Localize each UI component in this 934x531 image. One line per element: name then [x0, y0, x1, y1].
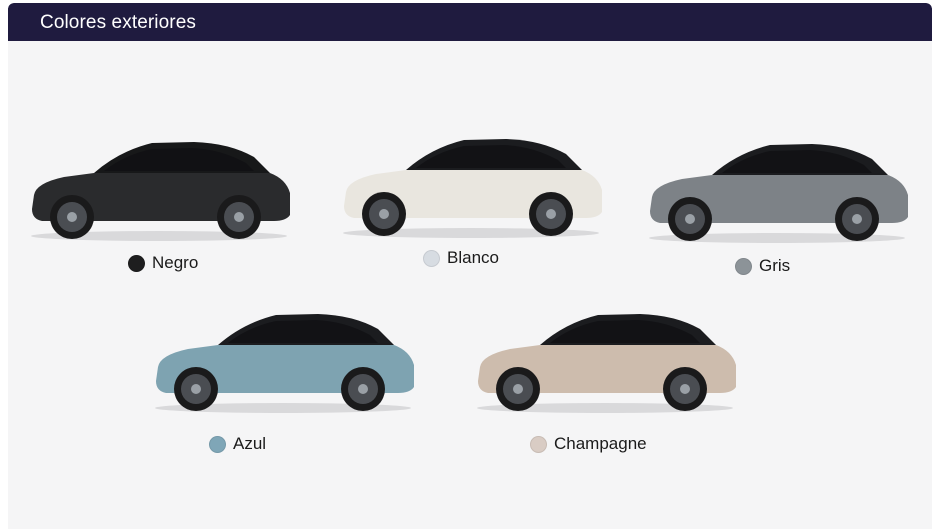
car-image-gris[interactable] — [642, 135, 912, 245]
car-image-negro[interactable] — [24, 133, 294, 243]
color-label: Champagne — [554, 434, 647, 453]
color-option-champagne[interactable]: Champagne — [530, 434, 647, 454]
color-swatch-azul — [209, 435, 226, 453]
page-title: Colores exteriores — [40, 12, 196, 33]
color-label: Blanco — [447, 248, 499, 267]
color-option-negro[interactable]: Negro — [128, 253, 198, 273]
color-swatch-gris — [735, 257, 752, 275]
color-label: Negro — [152, 253, 199, 272]
color-swatch-blanco — [423, 249, 440, 267]
car-icon — [477, 314, 736, 413]
color-swatch-negro — [128, 254, 145, 272]
car-icon — [343, 139, 602, 238]
car-icon — [155, 314, 414, 413]
car-image-azul[interactable] — [148, 305, 418, 415]
color-swatch-champagne — [530, 435, 547, 453]
car-icon — [649, 144, 908, 243]
colors-panel: Colores exteriores Negro Blanco Gris Azu… — [8, 3, 932, 529]
car-image-blanco[interactable] — [336, 130, 606, 240]
car-image-champagne[interactable] — [470, 305, 740, 415]
color-option-gris[interactable]: Gris — [735, 256, 790, 276]
color-label: Gris — [759, 256, 791, 275]
car-icon — [31, 142, 290, 241]
color-option-blanco[interactable]: Blanco — [423, 248, 499, 268]
color-option-azul[interactable]: Azul — [209, 434, 266, 454]
panel-header: Colores exteriores — [8, 3, 932, 41]
color-label: Azul — [233, 434, 267, 453]
